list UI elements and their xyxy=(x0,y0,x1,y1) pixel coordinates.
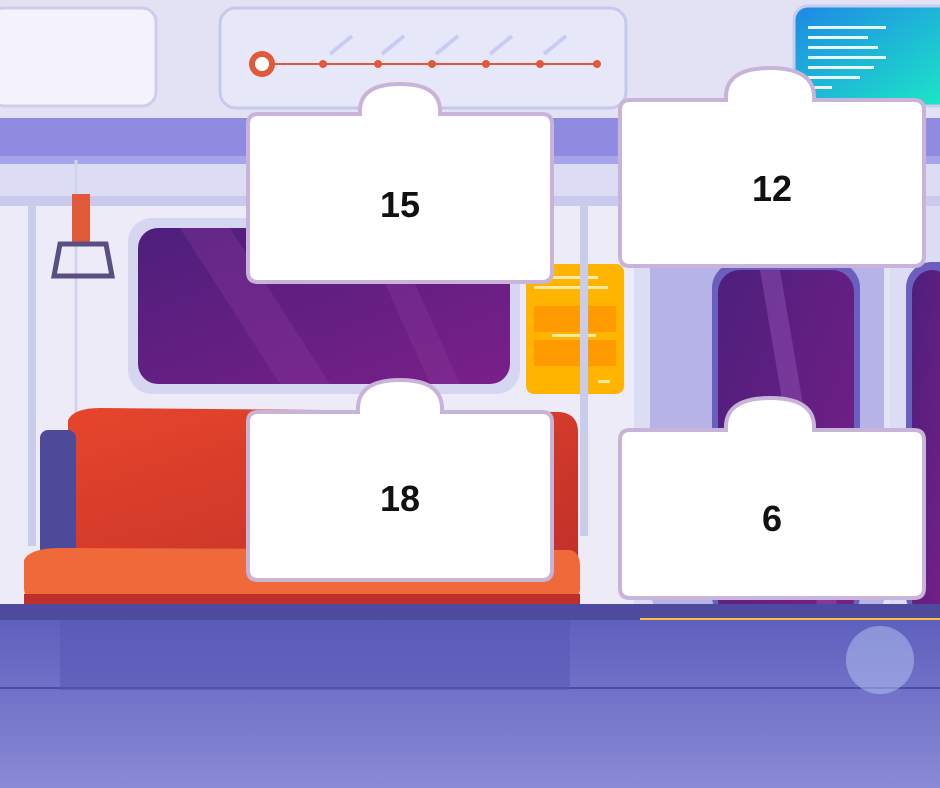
card-shape xyxy=(246,81,554,284)
card-number: 15 xyxy=(379,184,421,225)
number-card-4[interactable]: 6 xyxy=(618,394,926,600)
number-card-3[interactable]: 18 xyxy=(246,376,554,582)
card-number: 6 xyxy=(761,498,783,539)
card-shape xyxy=(618,65,926,268)
card-shape xyxy=(618,395,926,600)
number-card-1[interactable]: 15 xyxy=(246,80,554,284)
card-number: 18 xyxy=(379,478,421,519)
card-number: 12 xyxy=(751,168,793,209)
number-card-2[interactable]: 12 xyxy=(618,64,926,268)
